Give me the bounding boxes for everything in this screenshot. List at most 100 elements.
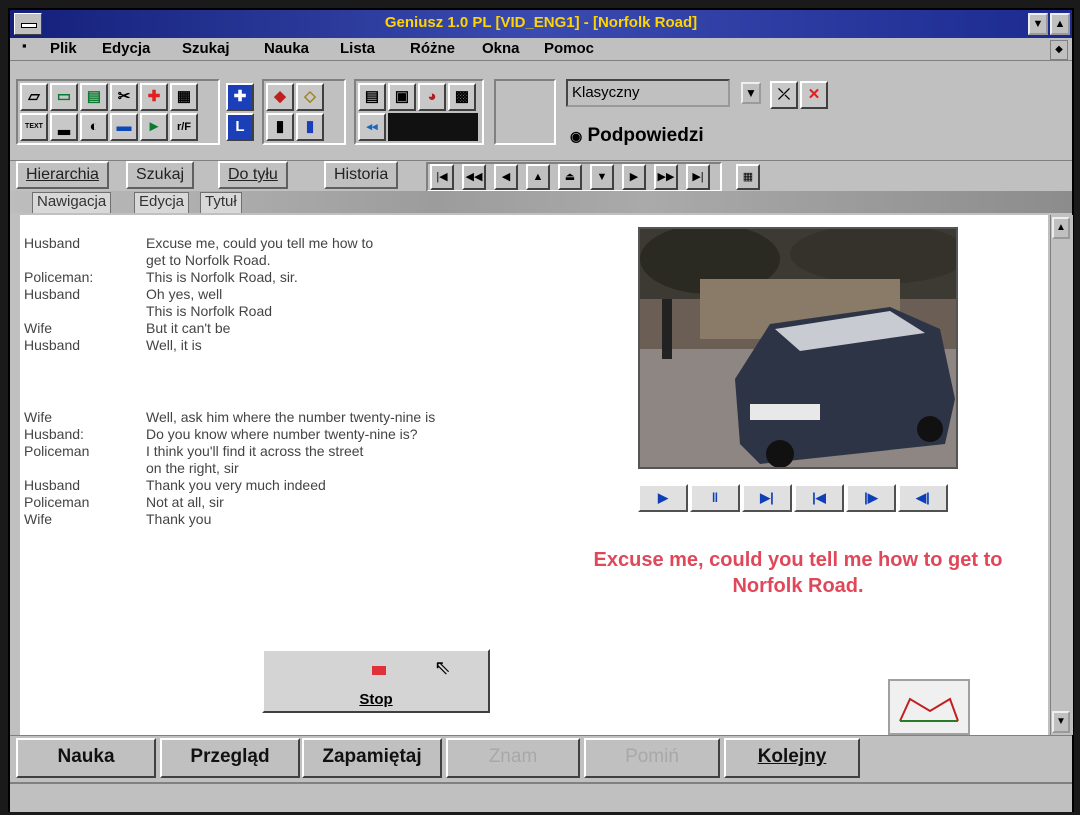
cut-icon[interactable]: ✂ bbox=[110, 83, 138, 111]
new-window-icon[interactable]: ▭ bbox=[50, 83, 78, 111]
film-blue-icon[interactable]: ▮ bbox=[296, 113, 324, 141]
speaker-name: Wife bbox=[24, 409, 52, 425]
tab-edycja[interactable]: Edycja bbox=[134, 192, 190, 213]
add-blue-icon[interactable]: ✚ bbox=[226, 83, 254, 111]
video-step-forward-button[interactable]: |▶ bbox=[846, 484, 896, 512]
book-yellow-icon[interactable]: ◇ bbox=[296, 83, 324, 111]
forward-icon[interactable]: ▶ bbox=[622, 164, 646, 190]
copy-icon[interactable]: ▦ bbox=[170, 83, 198, 111]
lesson-content: Husband Excuse me, could you tell me how… bbox=[20, 215, 1048, 735]
hints-label: Podpowiedzi bbox=[587, 125, 704, 146]
video-play-button[interactable]: ▶ bbox=[638, 484, 688, 512]
bridge-icon bbox=[899, 697, 959, 722]
up-icon[interactable]: ▲ bbox=[526, 164, 550, 190]
menu-rozne[interactable]: Różne bbox=[410, 40, 455, 57]
video-pause-button[interactable]: ‖ bbox=[690, 484, 740, 512]
stop-button[interactable]: ⇖ Stop bbox=[262, 649, 490, 713]
hints-radio[interactable]: ◉ Podpowiedzi bbox=[570, 125, 704, 147]
dialogue-line: This is Norfolk Road, sir. bbox=[146, 269, 298, 285]
level-meter bbox=[388, 113, 478, 141]
dialogue-line: Oh yes, well bbox=[146, 286, 223, 302]
maximize-button[interactable]: ▲ bbox=[1050, 13, 1070, 35]
first-page-icon[interactable]: |◀ bbox=[430, 164, 454, 190]
menu-bar: ▪ Plik Edycja Szukaj Nauka Lista Różne O… bbox=[10, 38, 1072, 61]
menu-szukaj[interactable]: Szukaj bbox=[182, 40, 230, 57]
znam-button[interactable]: Znam bbox=[446, 738, 580, 778]
copy-pages-icon[interactable]: ▦ bbox=[736, 164, 760, 190]
video-prev-button[interactable]: |◀ bbox=[794, 484, 844, 512]
speaker-name: Wife bbox=[24, 320, 52, 336]
street-scene-image bbox=[640, 229, 956, 467]
dialogue-line: This is Norfolk Road bbox=[146, 303, 273, 319]
monitor-icon[interactable]: ▩ bbox=[448, 83, 476, 111]
sound-icon[interactable]: ◐ bbox=[80, 113, 108, 141]
l-button[interactable]: L bbox=[226, 113, 254, 141]
mdi-system-icon[interactable]: ▪ bbox=[22, 38, 27, 53]
menu-okna[interactable]: Okna bbox=[482, 40, 520, 57]
scroll-up-icon[interactable]: ▲ bbox=[1052, 217, 1070, 239]
dialogue-line: on the right, sir bbox=[146, 460, 239, 476]
document-icon[interactable]: ▤ bbox=[358, 83, 386, 111]
menu-edycja[interactable]: Edycja bbox=[102, 40, 150, 57]
mouse-cursor-icon: ⇖ bbox=[434, 657, 451, 679]
window-title: Geniusz 1.0 PL [VID_ENG1] - [Norfolk Roa… bbox=[384, 14, 698, 31]
minimize-button[interactable]: ▼ bbox=[1028, 13, 1048, 35]
tab-hierarchia[interactable]: Hierarchia bbox=[16, 161, 109, 189]
dialogue-line: Well, ask him where the number twenty-ni… bbox=[146, 409, 436, 425]
pomin-button[interactable]: Pomiń bbox=[584, 738, 720, 778]
tab-szukaj[interactable]: Szukaj bbox=[126, 161, 195, 189]
menu-lista[interactable]: Lista bbox=[340, 40, 375, 57]
dialogue-line: Thank you very much indeed bbox=[146, 477, 326, 493]
video-step-back-button[interactable]: ◀| bbox=[898, 484, 948, 512]
speaker-name: Husband bbox=[24, 477, 81, 493]
add-red-icon[interactable]: ✚ bbox=[140, 83, 168, 111]
bridge-button[interactable] bbox=[888, 679, 970, 735]
last-page-icon[interactable]: ▶| bbox=[686, 164, 710, 190]
restore-button[interactable]: ◆ bbox=[1050, 40, 1068, 60]
open-folder-icon[interactable]: ▱ bbox=[20, 83, 48, 111]
zapamietaj-button[interactable]: Zapamiętaj bbox=[302, 738, 442, 778]
boot-icon[interactable]: ▂ bbox=[50, 113, 78, 141]
radio-dot-icon: ◉ bbox=[570, 128, 583, 144]
tab-do-tylu[interactable]: Do tyłu bbox=[218, 161, 288, 189]
scroll-down-icon[interactable]: ▼ bbox=[1052, 711, 1070, 733]
chart-icon[interactable]: ◕ bbox=[418, 83, 446, 111]
book-red-icon[interactable]: ◆ bbox=[266, 83, 294, 111]
formula-icon[interactable]: r/F bbox=[170, 113, 198, 141]
video-next-button[interactable]: ▶| bbox=[742, 484, 792, 512]
app-window: Geniusz 1.0 PL [VID_ENG1] - [Norfolk Roa… bbox=[8, 8, 1074, 812]
bottom-bar: Nauka Przegląd Zapamiętaj Znam Pomiń Kol… bbox=[10, 735, 1072, 781]
stop-label: Stop bbox=[359, 691, 393, 708]
back-icon[interactable]: ◀ bbox=[494, 164, 518, 190]
camera-icon[interactable]: ▬ bbox=[110, 113, 138, 141]
cursor-cross-icon[interactable]: ⤫ bbox=[770, 81, 798, 109]
chevron-down-icon[interactable]: ▼ bbox=[741, 82, 761, 104]
fast-back-icon[interactable]: ◀◀ bbox=[462, 164, 486, 190]
menu-plik[interactable]: Plik bbox=[50, 40, 77, 57]
text-button[interactable]: TEXT bbox=[20, 113, 48, 141]
navigation-bar: Hierarchia Szukaj Do tyłu Historia |◀ ◀◀… bbox=[10, 160, 1072, 192]
nauka-button[interactable]: Nauka bbox=[16, 738, 156, 778]
przeglad-button[interactable]: Przegląd bbox=[160, 738, 300, 778]
close-red-icon[interactable]: ✕ bbox=[800, 81, 828, 109]
tab-nawigacja[interactable]: Nawigacja bbox=[32, 192, 112, 213]
tab-historia[interactable]: Historia bbox=[324, 161, 399, 189]
vertical-scrollbar[interactable]: ▲ ▼ bbox=[1050, 215, 1073, 735]
fast-forward-icon[interactable]: ▶▶ bbox=[654, 164, 678, 190]
stop-icon bbox=[372, 666, 386, 675]
menu-pomoc[interactable]: Pomoc bbox=[544, 40, 594, 57]
down-icon[interactable]: ▼ bbox=[590, 164, 614, 190]
menu-nauka[interactable]: Nauka bbox=[264, 40, 309, 57]
dialogue-line: I think you'll find it across the street bbox=[146, 443, 364, 459]
speaker-name: Policeman bbox=[24, 443, 90, 459]
calendar-icon[interactable]: ▣ bbox=[388, 83, 416, 111]
kolejny-button[interactable]: Kolejny bbox=[724, 738, 860, 778]
dialogue-line: Excuse me, could you tell me how to bbox=[146, 235, 374, 251]
tab-tytul[interactable]: Tytuł bbox=[200, 192, 242, 213]
cascade-windows-icon[interactable]: ▤ bbox=[80, 83, 108, 111]
film-icon[interactable]: ▮ bbox=[266, 113, 294, 141]
mode-select[interactable]: Klasyczny bbox=[566, 79, 730, 107]
speaker-icon[interactable]: ◂◂ bbox=[358, 113, 386, 141]
play-small-icon[interactable]: ► bbox=[140, 113, 168, 141]
top-icon[interactable]: ⏏ bbox=[558, 164, 582, 190]
